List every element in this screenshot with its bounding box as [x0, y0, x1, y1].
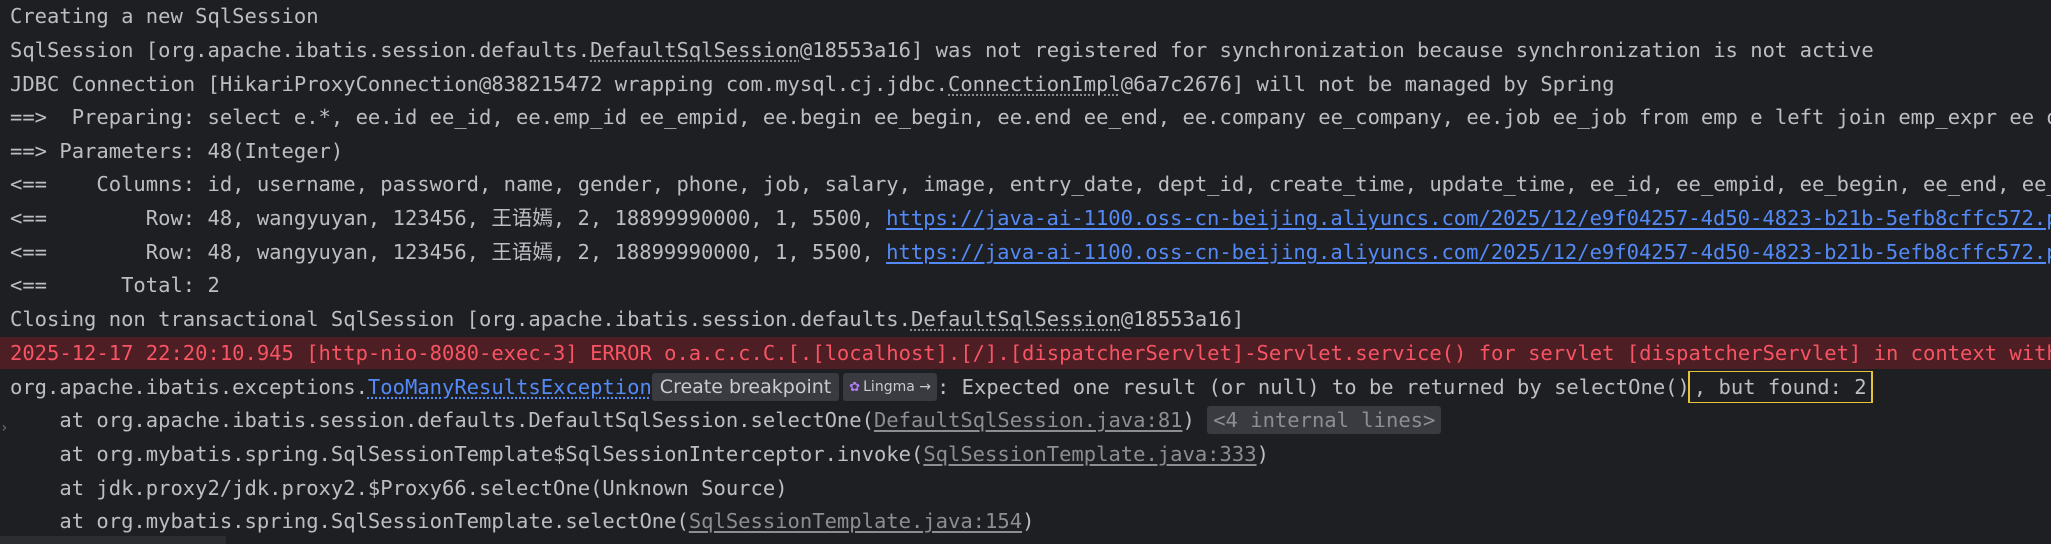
source-file-link[interactable]: SqlSessionTemplate.java:154 [689, 509, 1022, 533]
log-text: <== Total: 2 [10, 273, 220, 297]
log-text: SqlSession [org.apache.ibatis.session.de… [10, 38, 591, 62]
log-text: <== Row: 48, wangyuyan, 123456, 王语嫣, 2, … [10, 240, 887, 264]
source-file-link[interactable]: DefaultSqlSession.java:81 [874, 408, 1183, 432]
image-url-link[interactable]: https://java-ai-1100.oss-cn-beijing.aliy… [886, 240, 2051, 264]
exception-class-link[interactable]: TooManyResultsException [368, 375, 652, 399]
sql-preparing-line: ==> Preparing: select e.*, ee.id ee_id, … [0, 101, 2051, 133]
log-text: ==> Preparing: select e.*, ee.id ee_id, … [10, 105, 2051, 129]
log-text: at jdk.proxy2/jdk.proxy2.$Proxy66.select… [10, 476, 788, 500]
log-text: @18553a16] [1120, 307, 1245, 331]
log-line: SqlSession [org.apache.ibatis.session.de… [0, 34, 2051, 66]
class-reference-link[interactable]: DefaultSqlSession [911, 307, 1121, 331]
lingma-icon: ✿ [849, 380, 861, 395]
log-text: ) [1256, 442, 1269, 466]
log-line: Creating a new SqlSession [0, 0, 2051, 32]
log-text: : Expected one result (or null) to be re… [936, 375, 1690, 399]
log-text: @18553a16] was not registered for synchr… [799, 38, 1874, 62]
stack-frame-line: at jdk.proxy2/jdk.proxy2.$Proxy66.select… [0, 472, 2051, 504]
source-file-link[interactable]: SqlSessionTemplate.java:333 [923, 442, 1256, 466]
stack-frame-line: at org.mybatis.spring.SqlSessionTemplate… [0, 505, 2051, 537]
highlighted-text: , but found: 2 [1687, 371, 1873, 403]
horizontal-scrollbar[interactable] [0, 536, 226, 544]
sql-row-line: <== Row: 48, wangyuyan, 123456, 王语嫣, 2, … [0, 236, 2051, 268]
class-reference-link[interactable]: ConnectionImpl [948, 72, 1121, 96]
log-text: Creating a new SqlSession [10, 4, 319, 28]
image-url-link[interactable]: https://java-ai-1100.oss-cn-beijing.aliy… [886, 206, 2051, 230]
stack-frame-line: at org.apache.ibatis.session.defaults.De… [0, 404, 2051, 436]
log-text: org.apache.ibatis.exceptions. [10, 375, 368, 399]
log-text: <== Columns: id, username, password, nam… [10, 172, 2051, 196]
log-line: Closing non transactional SqlSession [or… [0, 303, 2051, 335]
log-text: @6a7c2676] will not be managed by Spring [1120, 72, 1615, 96]
console-output: Creating a new SqlSession SqlSession [or… [0, 0, 2051, 544]
log-line: JDBC Connection [HikariProxyConnection@8… [0, 68, 2051, 100]
sql-row-line: <== Row: 48, wangyuyan, 123456, 王语嫣, 2, … [0, 202, 2051, 234]
sql-columns-line: <== Columns: id, username, password, nam… [0, 168, 2051, 200]
error-log-line: 2025-12-17 22:20:10.945 [http-nio-8080-e… [0, 337, 2051, 369]
class-reference-link[interactable]: DefaultSqlSession [590, 38, 800, 62]
log-text: at org.mybatis.spring.SqlSessionTemplate… [10, 509, 689, 533]
log-text: at org.apache.ibatis.session.defaults.De… [10, 408, 874, 432]
log-text: Closing non transactional SqlSession [or… [10, 307, 911, 331]
stack-frame-line: at org.mybatis.spring.SqlSessionTemplate… [0, 438, 2051, 470]
exception-line: org.apache.ibatis.exceptions.TooManyResu… [0, 371, 2051, 403]
lingma-button[interactable]: ✿ Lingma → [843, 373, 937, 401]
log-text: <== Row: 48, wangyuyan, 123456, 王语嫣, 2, … [10, 206, 887, 230]
log-text: ==> Parameters: 48(Integer) [10, 139, 344, 163]
error-text: 2025-12-17 22:20:10.945 [http-nio-8080-e… [10, 341, 2051, 365]
log-text: ) [1022, 509, 1035, 533]
log-text: ) [1182, 408, 1195, 432]
sql-parameters-line: ==> Parameters: 48(Integer) [0, 135, 2051, 167]
chevron-right-icon[interactable]: › [0, 420, 8, 436]
sql-total-line: <== Total: 2 [0, 269, 2051, 301]
internal-lines-fold[interactable]: <4 internal lines> [1207, 406, 1442, 434]
log-text: at org.mybatis.spring.SqlSessionTemplate… [10, 442, 924, 466]
log-text: JDBC Connection [HikariProxyConnection@8… [10, 72, 948, 96]
create-breakpoint-button[interactable]: Create breakpoint [651, 373, 840, 401]
lingma-label: Lingma → [863, 379, 931, 395]
